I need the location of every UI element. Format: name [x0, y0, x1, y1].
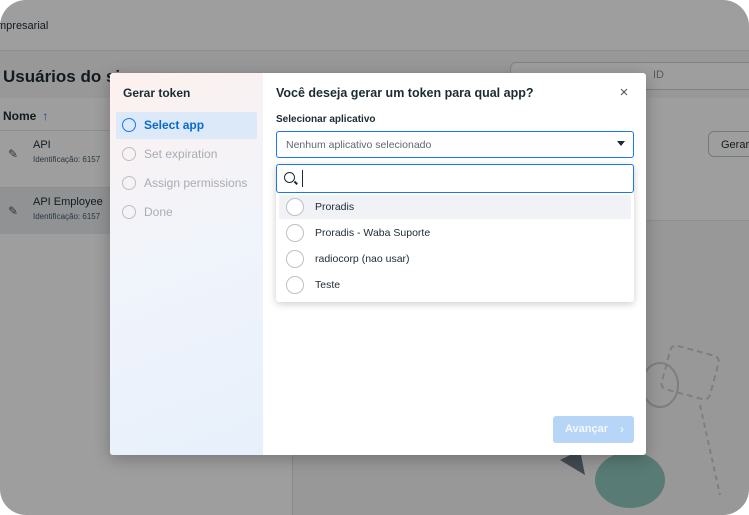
step-circle-icon: [122, 147, 136, 161]
option-label: Teste: [315, 279, 341, 291]
step-label: Assign permissions: [144, 176, 248, 190]
select-value: Nenhum aplicativo selecionado: [286, 139, 432, 151]
generate-token-dialog: Gerar token Select app Set expiration As…: [110, 73, 646, 455]
step-label: Done: [144, 205, 173, 219]
step-circle-icon: [122, 176, 136, 190]
step-assign-permissions: Assign permissions: [116, 170, 257, 197]
step-label: Select app: [144, 118, 205, 132]
option-proradis-waba-suporte[interactable]: Proradis - Waba Suporte: [279, 221, 631, 245]
caret-down-icon: [617, 141, 625, 146]
dialog-title: Gerar token: [123, 86, 191, 100]
wizard-sidebar: Gerar token Select app Set expiration As…: [110, 73, 263, 455]
app-search-box[interactable]: [276, 164, 634, 193]
step-label: Set expiration: [144, 147, 218, 161]
option-label: radiocorp (nao usar): [315, 253, 410, 265]
step-done: Done: [116, 199, 257, 226]
chevron-right-icon: ›: [620, 422, 624, 436]
option-radiocorp[interactable]: radiocorp (nao usar): [279, 247, 631, 271]
app-dropdown: Proradis Proradis - Waba Suporte radioco…: [276, 164, 634, 302]
next-button-label: Avançar: [565, 423, 609, 435]
step-set-expiration: Set expiration: [116, 141, 257, 168]
app-frame: mpresarial Usuários do sis ID Nome ↑ ✎ AP…: [0, 0, 749, 515]
step-circle-icon: [122, 205, 136, 219]
option-teste[interactable]: Teste: [279, 273, 631, 297]
option-proradis[interactable]: Proradis: [279, 195, 631, 219]
select-app-label: Selecionar aplicativo: [276, 114, 376, 125]
app-select[interactable]: Nenhum aplicativo selecionado: [276, 131, 634, 158]
radio-button[interactable]: [286, 276, 304, 294]
dialog-question: Você deseja gerar um token para qual app…: [276, 86, 534, 100]
search-icon: [284, 172, 295, 183]
step-circle-icon: [122, 118, 136, 132]
close-icon[interactable]: ×: [615, 84, 633, 102]
step-select-app[interactable]: Select app: [116, 112, 257, 139]
dialog-content: Você deseja gerar um token para qual app…: [263, 73, 646, 455]
radio-button[interactable]: [286, 198, 304, 216]
option-label: Proradis: [315, 201, 355, 213]
option-label: Proradis - Waba Suporte: [315, 227, 431, 239]
radio-button[interactable]: [286, 224, 304, 242]
next-button[interactable]: Avançar ›: [553, 416, 634, 443]
app-search-input[interactable]: [302, 170, 623, 187]
radio-button[interactable]: [286, 250, 304, 268]
